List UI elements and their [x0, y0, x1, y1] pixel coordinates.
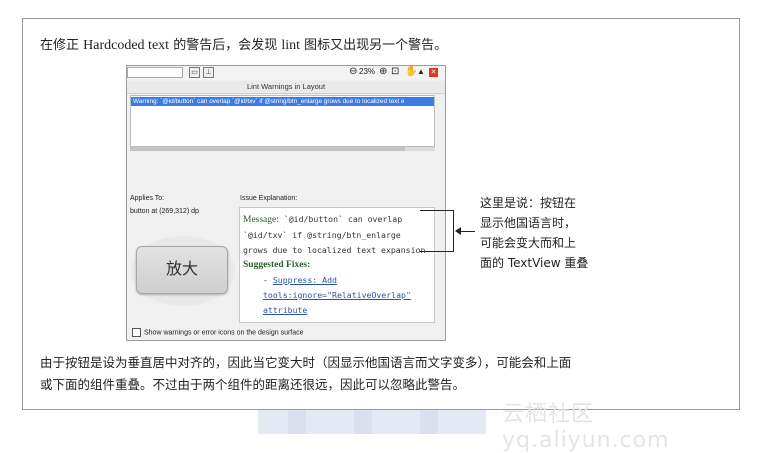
intro-suffix: 图标又出现另一个警告。 — [300, 38, 448, 53]
ide-window: ▭ ⊥ ⊖ 23% ⊕ ⊡ ✋ ▲ ✕ Lint Warnings in Lay… — [126, 65, 446, 341]
layout-icon[interactable]: ▭ — [189, 67, 200, 78]
callout-arrow-icon — [455, 227, 461, 235]
suppress-fix-link-3[interactable]: attribute — [263, 305, 307, 315]
lint-warning-list[interactable]: Warning: `@id/button` can overlap `@id/t… — [130, 95, 435, 147]
scrollbar-thumb[interactable] — [130, 147, 405, 151]
show-warnings-label: Show warnings or error icons on the desi… — [144, 329, 304, 337]
lint-icon[interactable]: ▲ — [417, 66, 425, 78]
callout-line-2: 显示他国语言时， — [480, 216, 577, 230]
issue-line-1: Message: `@id/button` can overlap — [243, 212, 432, 228]
align-icon[interactable]: ⊥ — [203, 67, 214, 78]
intro-english: Hardcoded text — [83, 38, 170, 53]
intro-text: 在修正 Hardcoded text 的警告后，会发现 lint 图标又出现另一… — [40, 34, 447, 54]
message-text-2: `@id/txv` if @string/btn_enlarge — [243, 230, 401, 240]
hand-icon[interactable]: ✋ — [405, 66, 417, 78]
applies-to-value: button at (269,312) dp — [130, 208, 199, 215]
fit-screen-icon[interactable]: ⊡ — [391, 66, 399, 78]
message-text-1: `@id/button` can overlap — [278, 214, 403, 224]
fix-line-3: attribute — [243, 303, 432, 318]
callout-line-3: 可能会变大而和上 — [480, 236, 577, 250]
callout-line-1: 这里是说：按钮在 — [480, 196, 577, 210]
watermark: 云栖社区 yq.aliyun.com — [502, 402, 670, 453]
show-warnings-checkbox[interactable] — [132, 328, 141, 337]
list-item[interactable]: Warning: `@id/button` can overlap `@id/t… — [131, 97, 434, 106]
intro-middle: 的警告后，会发现 — [169, 38, 282, 53]
bottom-text: 由于按钮是设为垂直居中对齐的，因此当它变大时（因显示他国语言而文字变多），可能会… — [40, 352, 720, 396]
bottom-line-2: 或下面的组件重叠。不过由于两个组件的距离还很远，因此可以忽略此警告。 — [40, 377, 466, 392]
intro-lint: lint — [281, 38, 300, 53]
enlarge-button-preview[interactable]: 放大 — [136, 246, 228, 294]
ide-toolbar: ▭ ⊥ ⊖ 23% ⊕ ⊡ ✋ ▲ ✕ — [127, 66, 445, 80]
fix-dash: - — [263, 275, 273, 285]
zoom-in-icon[interactable]: ⊕ — [379, 66, 387, 78]
suppress-fix-link-2[interactable]: tools:ignore="RelativeOverlap" — [263, 290, 411, 300]
callout-line-4: 面的 TextView 重叠 — [480, 256, 589, 270]
panel-title: Lint Warnings in Layout — [127, 81, 445, 94]
zoom-level: 23% — [359, 67, 376, 76]
zoom-out-icon[interactable]: ⊖ — [349, 66, 357, 78]
bottom-line-1: 由于按钮是设为垂直居中对齐的，因此当它变大时（因显示他国语言而文字变多），可能会… — [40, 355, 572, 370]
applies-to-label: Applies To: — [130, 195, 165, 202]
toolbar-input[interactable] — [127, 67, 183, 78]
callout-bracket — [420, 210, 454, 252]
callout-text: 这里是说：按钮在 显示他国语言时， 可能会变大而和上 面的 TextView 重… — [480, 193, 610, 273]
message-text-3: grows due to localized text expansion — [243, 245, 426, 255]
suppress-fix-link[interactable]: Suppress: Add — [273, 275, 337, 285]
message-label: Message: — [243, 215, 279, 225]
intro-prefix: 在修正 — [40, 38, 84, 53]
suggested-fixes-label: Suggested Fixes: — [243, 260, 311, 270]
fix-line-1: - Suppress: Add — [243, 273, 432, 288]
close-icon[interactable]: ✕ — [429, 68, 438, 77]
issue-explanation: Message: `@id/button` can overlap `@id/t… — [239, 207, 435, 323]
horizontal-scrollbar[interactable] — [130, 147, 435, 151]
callout-arrow-line — [459, 231, 475, 232]
show-warnings-row: Show warnings or error icons on the desi… — [132, 328, 304, 337]
fix-line-2: tools:ignore="RelativeOverlap" — [243, 288, 432, 303]
issue-explanation-label: Issue Explanation: — [240, 195, 298, 202]
